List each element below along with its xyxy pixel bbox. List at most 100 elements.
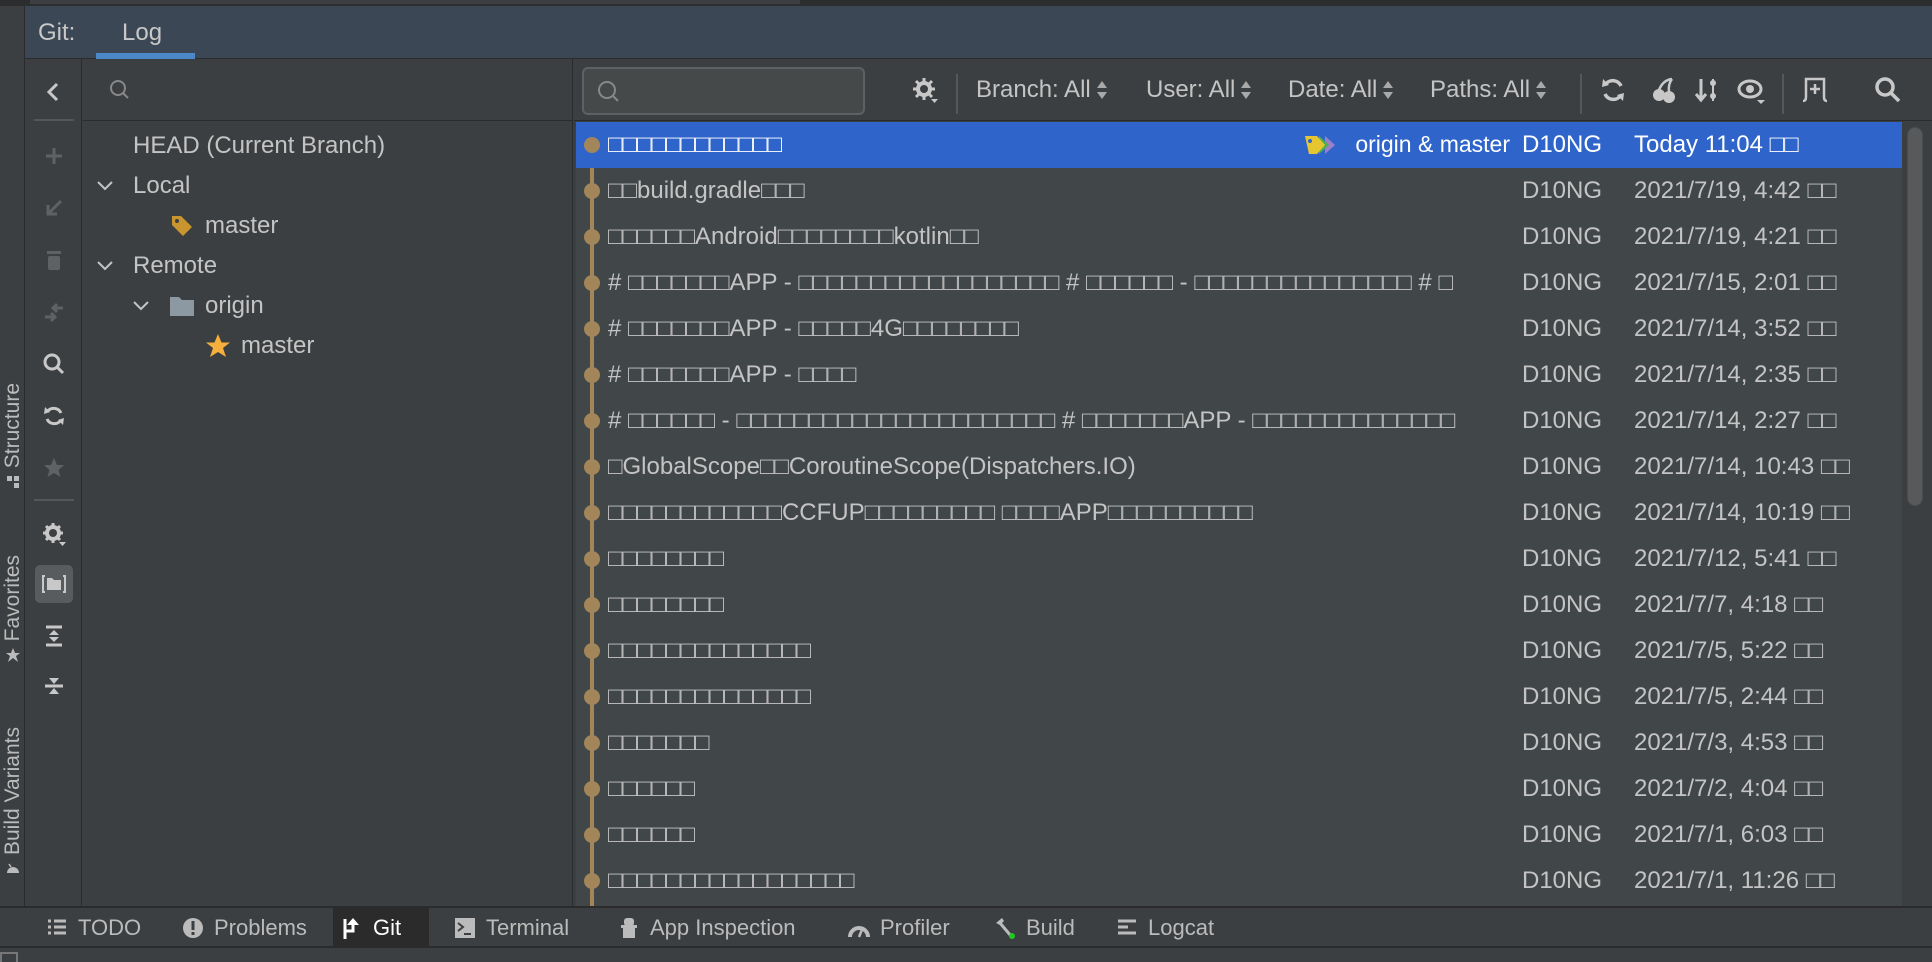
- commit-message: □□□□□□□□□□□□□□: [608, 637, 811, 664]
- bottom-tab-terminal[interactable]: Terminal: [446, 908, 577, 948]
- commit-row[interactable]: □□□□□□□□□□□□CCFUP□□□□□□□□□ □□□□APP□□□□□□…: [576, 490, 1902, 536]
- search-branches-button[interactable]: [35, 345, 73, 383]
- commit-graph-node: [584, 229, 600, 245]
- commit-author: D10NG: [1522, 407, 1603, 434]
- tree-node-origin-master[interactable]: master: [205, 326, 314, 366]
- commit-row[interactable]: □□□□□□ D10NG 2021/7/2, 4:04 □□: [576, 766, 1902, 812]
- cherry-pick-button[interactable]: [1647, 73, 1681, 107]
- tree-node-label: origin: [205, 292, 264, 319]
- commit-graph-node: [584, 505, 600, 521]
- date-filter-label: Date: All: [1288, 76, 1378, 103]
- stripe-button-structure[interactable]: Structure: [0, 366, 25, 506]
- scrollbar-thumb[interactable]: [1907, 127, 1923, 506]
- compare-branches-button[interactable]: [35, 293, 73, 331]
- commit-row[interactable]: □GlobalScope□□CoroutineScope(Dispatchers…: [576, 444, 1902, 490]
- new-branch-button[interactable]: [35, 137, 73, 175]
- date-filter[interactable]: Date: All: [1288, 73, 1394, 107]
- app-inspection-icon: [621, 918, 637, 938]
- chevron-down-icon[interactable]: [95, 176, 115, 196]
- commit-row[interactable]: □□□□□□□□□□□□□□ D10NG 2021/7/5, 2:44 □□: [576, 674, 1902, 720]
- group-by-directory-toggle[interactable]: [35, 565, 73, 603]
- log-settings-button[interactable]: [908, 73, 942, 107]
- status-bar-toggle-icon[interactable]: [0, 952, 18, 962]
- tree-node-origin[interactable]: origin: [131, 286, 264, 326]
- commit-row[interactable]: # □□□□□□□APP - □□□□ D10NG 2021/7/14, 2:35 …: [576, 352, 1902, 398]
- tab-log-label: Log: [122, 19, 163, 46]
- tree-node-local-master[interactable]: master: [169, 206, 278, 246]
- expand-all-button[interactable]: [35, 617, 73, 655]
- up-down-arrow-icon: [1536, 81, 1547, 99]
- bottom-tab-todo[interactable]: TODO: [38, 908, 149, 948]
- refresh-icon: [44, 406, 64, 426]
- commit-row[interactable]: □□□□□□□□□□□□ origin & master D10NG Today 11…: [576, 122, 1902, 168]
- branch-search-bar: [83, 59, 573, 121]
- commit-message: # □□□□□□□APP - □□□□□□□□□□□□□□□□□□ # □□□□…: [608, 269, 1453, 296]
- bottom-tab-label: Git: [373, 915, 402, 940]
- commit-message: □□□□□□Android□□□□□□□□kotlin□□: [608, 223, 979, 250]
- tag-icon: [172, 216, 192, 236]
- gear-icon: [43, 523, 66, 546]
- commit-row[interactable]: # □□□□□□□APP - □□□□□4G□□□□□□□□ D10NG 2021/…: [576, 306, 1902, 352]
- refresh-log-button[interactable]: [1596, 73, 1630, 107]
- commit-date: 2021/7/7, 4:18 □□: [1634, 591, 1824, 618]
- commit-row[interactable]: □□□□□□Android□□□□□□□□kotlin□□ D10NG 2021/7…: [576, 214, 1902, 260]
- commit-date: 2021/7/14, 2:35 □□: [1634, 361, 1837, 388]
- commit-list[interactable]: □□□□□□ □□□□□□ origin & master D10NG Today 11…: [576, 122, 1902, 906]
- commit-row[interactable]: □□□□□□□□ D10NG 2021/7/12, 5:41 □□: [576, 536, 1902, 582]
- tree-node-remote[interactable]: Remote: [95, 246, 217, 286]
- star-icon: [5, 647, 20, 662]
- tree-node-head[interactable]: HEAD (Current Branch): [133, 126, 385, 166]
- commit-row[interactable]: □□□□□□□□□□□□□□ D10NG 2021/7/5, 5:22 □□: [576, 628, 1902, 674]
- bottom-tab-build[interactable]: Build: [986, 908, 1083, 948]
- branch-filter-label: Branch: All: [976, 76, 1091, 103]
- paths-filter[interactable]: Paths: All: [1430, 73, 1547, 107]
- search-log-button[interactable]: [1871, 73, 1905, 107]
- chevron-down-icon[interactable]: [131, 296, 151, 316]
- chevron-down-icon[interactable]: [95, 256, 115, 276]
- commit-row[interactable]: □□□□□□□□ D10NG 2021/7/7, 4:18 □□: [576, 582, 1902, 628]
- branches-settings-button[interactable]: [35, 515, 73, 553]
- bottom-tab-problems[interactable]: Problems: [174, 908, 315, 948]
- log-search-field[interactable]: [582, 67, 865, 115]
- mark-favorite-button[interactable]: [35, 449, 73, 487]
- bottom-tab-app-inspection[interactable]: App Inspection: [610, 908, 804, 948]
- tree-node-local[interactable]: Local: [95, 166, 190, 206]
- user-filter[interactable]: User: All: [1146, 73, 1252, 107]
- commit-row[interactable]: □□□□□□ D10NG 2021/7/1, 6:03 □□: [576, 812, 1902, 858]
- delete-branch-button[interactable]: [35, 241, 73, 279]
- tab-log[interactable]: Log: [96, 6, 195, 59]
- branch-tags-icon: [1305, 135, 1336, 154]
- build-status-dot: [1009, 933, 1015, 939]
- commit-graph-node: [584, 827, 600, 843]
- commit-row[interactable]: # □□□□□□□APP - □□□□□□□□□□□□□□□□□□ # □□□□…: [576, 260, 1902, 306]
- toolbar-separator: [1782, 74, 1784, 114]
- commit-date: 2021/7/14, 10:19 □□: [1634, 499, 1850, 526]
- collapse-all-button[interactable]: [35, 667, 73, 705]
- hide-branches-button[interactable]: [35, 73, 73, 111]
- show-diff-button[interactable]: [1690, 73, 1724, 107]
- commit-row[interactable]: □□□□□□□ D10NG 2021/7/3, 4:53 □□: [576, 720, 1902, 766]
- bottom-tab-profiler[interactable]: Profiler: [840, 908, 958, 948]
- commit-date: 2021/7/19, 4:42 □□: [1634, 177, 1837, 204]
- toolbar-separator: [1580, 74, 1582, 114]
- commit-row[interactable]: # □□□□□□ - □□□□□□□□□□□□□□□□□□□□□□ # □□□□…: [576, 398, 1902, 444]
- commit-row[interactable]: □□□□□□□□□□□□□□□□□ D10NG 2021/7/1, 11:26 □□: [576, 858, 1902, 904]
- eye-icon: [1737, 79, 1765, 104]
- fetch-button[interactable]: [35, 397, 73, 435]
- commit-list-scrollbar[interactable]: [1902, 122, 1932, 906]
- commit-author: D10NG: [1522, 867, 1603, 894]
- bottom-tab-git[interactable]: Git: [333, 908, 429, 948]
- commit-row[interactable]: □□build.gradle□□□ D10NG 2021/7/19, 4:42 □□: [576, 168, 1902, 214]
- stripe-button-favorites[interactable]: Favorites: [0, 536, 25, 681]
- view-options-button[interactable]: [1734, 73, 1768, 107]
- branch-search-input[interactable]: [143, 69, 563, 111]
- search-icon: [598, 81, 619, 102]
- commit-author: D10NG: [1522, 729, 1603, 756]
- stripe-button-build-variants[interactable]: Build Variants: [0, 711, 25, 891]
- log-search-input[interactable]: [630, 75, 855, 107]
- update-selected-button[interactable]: [35, 189, 73, 227]
- bottom-tab-label: Build: [1026, 915, 1075, 940]
- open-new-tab-button[interactable]: [1798, 73, 1832, 107]
- bottom-tab-logcat[interactable]: Logcat: [1108, 908, 1222, 948]
- branch-filter[interactable]: Branch: All: [976, 73, 1107, 107]
